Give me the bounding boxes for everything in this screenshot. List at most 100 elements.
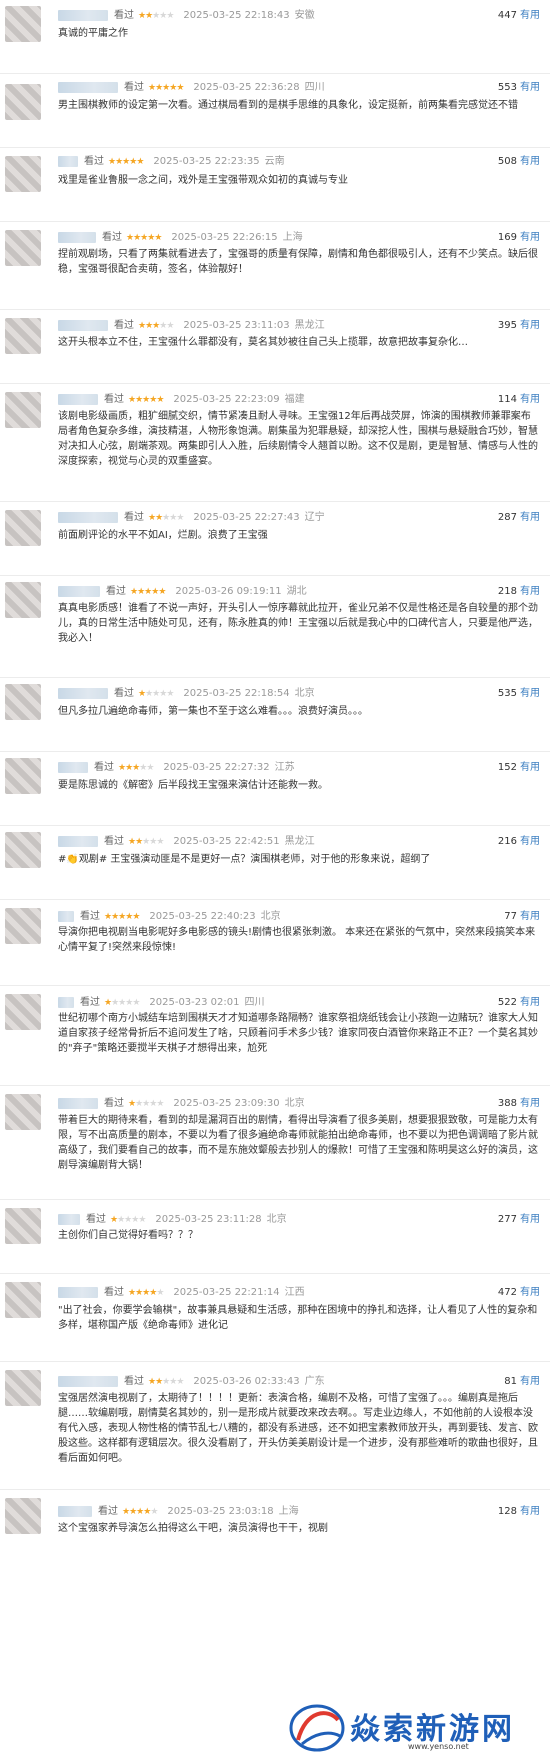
useful-vote-button[interactable]: 388 有用 (498, 1096, 540, 1112)
useful-vote-button[interactable]: 522 有用 (498, 995, 540, 1011)
username-blurred[interactable] (58, 393, 98, 405)
avatar[interactable] (5, 392, 41, 428)
username-blurred[interactable] (58, 910, 74, 922)
username-blurred[interactable] (58, 1286, 98, 1298)
useful-label[interactable]: 有用 (520, 911, 540, 922)
review-time: 2025-03-25 23:03:18 (167, 1506, 274, 1517)
useful-vote-button[interactable]: 114 有用 (498, 392, 540, 408)
review-item: 看过 ★★★★★ 2025-03-25 22:23:35 云南 508 有用 戏里是雀业鲁服… (0, 148, 550, 222)
review-item: 看过 ★★★★★ 2025-03-25 22:27:32 江苏 152 有用 要是陈思诚的《… (0, 752, 550, 826)
watched-label: 看过 (124, 82, 144, 93)
avatar[interactable] (5, 582, 41, 618)
username-blurred[interactable] (58, 1097, 98, 1109)
username-blurred[interactable] (58, 761, 88, 773)
useful-label[interactable]: 有用 (520, 82, 540, 93)
avatar[interactable] (5, 908, 41, 944)
username-blurred[interactable] (58, 9, 108, 21)
avatar[interactable] (5, 230, 41, 266)
star-filled-icon: ★ (158, 587, 166, 597)
useful-vote-button[interactable]: 77 有用 (504, 909, 540, 925)
useful-vote-button[interactable]: 535 有用 (498, 686, 540, 702)
useful-label[interactable]: 有用 (520, 688, 540, 699)
review-text: 这个宝强家养导演怎么拍得这么干吧，演员演得也干干，视剧 (58, 1523, 328, 1534)
useful-vote-button[interactable]: 553 有用 (498, 80, 540, 96)
avatar[interactable] (5, 758, 41, 794)
review-item: 看过 ★★★★★ 2025-03-25 22:18:43 安徽 447 有用 真诚的平庸之作 (0, 0, 550, 74)
username-blurred[interactable] (58, 1505, 92, 1517)
avatar[interactable] (5, 156, 41, 192)
useful-label[interactable]: 有用 (520, 394, 540, 405)
useful-label[interactable]: 有用 (520, 762, 540, 773)
username-blurred[interactable] (58, 835, 98, 847)
avatar[interactable] (5, 1498, 41, 1534)
username-blurred[interactable] (58, 155, 78, 167)
rating-stars-icon: ★★★★★ (138, 321, 174, 331)
useful-vote-button[interactable]: 395 有用 (498, 318, 540, 334)
review-item: 看过 ★★★★★ 2025-03-25 22:36:28 四川 553 有用 男主围棋教师的… (0, 74, 550, 148)
username-blurred[interactable] (58, 996, 74, 1008)
useful-label[interactable]: 有用 (520, 1506, 540, 1517)
useful-vote-button[interactable]: 152 有用 (498, 760, 540, 776)
username-blurred[interactable] (58, 319, 108, 331)
useful-vote-button[interactable]: 169 有用 (498, 230, 540, 246)
useful-vote-button[interactable]: 508 有用 (498, 154, 540, 170)
useful-label[interactable]: 有用 (520, 320, 540, 331)
useful-count: 81 (504, 1376, 517, 1387)
avatar[interactable] (5, 832, 41, 868)
avatar[interactable] (5, 684, 41, 720)
review-item: 看过 ★★★★★ 2025-03-25 23:11:03 黑龙江 395 有用 这开头根本立… (0, 310, 550, 384)
username-blurred[interactable] (58, 231, 96, 243)
useful-label[interactable]: 有用 (520, 156, 540, 167)
avatar[interactable] (5, 84, 41, 120)
useful-count: 535 (497, 688, 517, 699)
useful-vote-button[interactable]: 472 有用 (498, 1285, 540, 1301)
review-text: 宝强居然演电视剧了，太期待了！！！！更新：表演合格，编剧不及格，可惜了宝强了。。… (58, 1393, 538, 1464)
useful-label[interactable]: 有用 (520, 232, 540, 243)
username-blurred[interactable] (58, 511, 118, 523)
avatar[interactable] (5, 1094, 41, 1130)
useful-label[interactable]: 有用 (520, 836, 540, 847)
useful-label[interactable]: 有用 (520, 1214, 540, 1225)
useful-label[interactable]: 有用 (520, 586, 540, 597)
avatar[interactable] (5, 510, 41, 546)
useful-label[interactable]: 有用 (520, 10, 540, 21)
useful-label[interactable]: 有用 (520, 1098, 540, 1109)
rating-stars-icon: ★★★★★ (148, 1377, 184, 1387)
useful-count: 77 (504, 911, 517, 922)
useful-vote-button[interactable]: 277 有用 (498, 1212, 540, 1228)
avatar[interactable] (5, 6, 41, 42)
username-blurred[interactable] (58, 1375, 118, 1387)
useful-label[interactable]: 有用 (520, 997, 540, 1008)
useful-vote-button[interactable]: 128 有用 (498, 1504, 540, 1520)
star-empty-icon: ★ (176, 1377, 184, 1387)
useful-vote-button[interactable]: 447 有用 (498, 8, 540, 24)
useful-label[interactable]: 有用 (520, 512, 540, 523)
useful-vote-button[interactable]: 216 有用 (498, 834, 540, 850)
rating-stars-icon: ★★★★★ (130, 587, 166, 597)
star-empty-icon: ★ (146, 763, 154, 773)
useful-vote-button[interactable]: 81 有用 (504, 1374, 540, 1390)
star-filled-icon: ★ (156, 395, 164, 405)
avatar[interactable] (5, 1282, 41, 1318)
review-item: 看过 ★★★★★ 2025-03-23 02:01 四川 522 有用 世纪初哪个南方小城结… (0, 986, 550, 1086)
review-item: 看过 ★★★★★ 2025-03-25 23:09:30 北京 388 有用 带着巨大的期待… (0, 1086, 550, 1200)
useful-count: 472 (497, 1287, 517, 1298)
useful-label[interactable]: 有用 (520, 1287, 540, 1298)
review-item: 看过 ★★★★★ 2025-03-25 22:42:51 黑龙江 216 有用 #👏观剧# … (0, 826, 550, 900)
useful-vote-button[interactable]: 218 有用 (498, 584, 540, 600)
username-blurred[interactable] (58, 81, 118, 93)
useful-label[interactable]: 有用 (520, 1376, 540, 1387)
avatar[interactable] (5, 1370, 41, 1406)
review-text: 该剧电影级画质，粗犷细腻交织，情节紧凑且耐人寻味。王宝强12年后再战荧屏，饰演的… (58, 411, 538, 467)
username-blurred[interactable] (58, 585, 100, 597)
username-blurred[interactable] (58, 687, 108, 699)
username-blurred[interactable] (58, 1213, 80, 1225)
useful-count: 114 (497, 394, 517, 405)
avatar[interactable] (5, 1208, 41, 1244)
rating-stars-icon: ★★★★★ (128, 837, 164, 847)
useful-count: 553 (497, 82, 517, 93)
avatar[interactable] (5, 318, 41, 354)
useful-vote-button[interactable]: 287 有用 (498, 510, 540, 526)
review-meta: 看过 ★★★★★ 2025-03-25 23:11:28 北京 277 有用 (58, 1212, 540, 1228)
avatar[interactable] (5, 994, 41, 1030)
